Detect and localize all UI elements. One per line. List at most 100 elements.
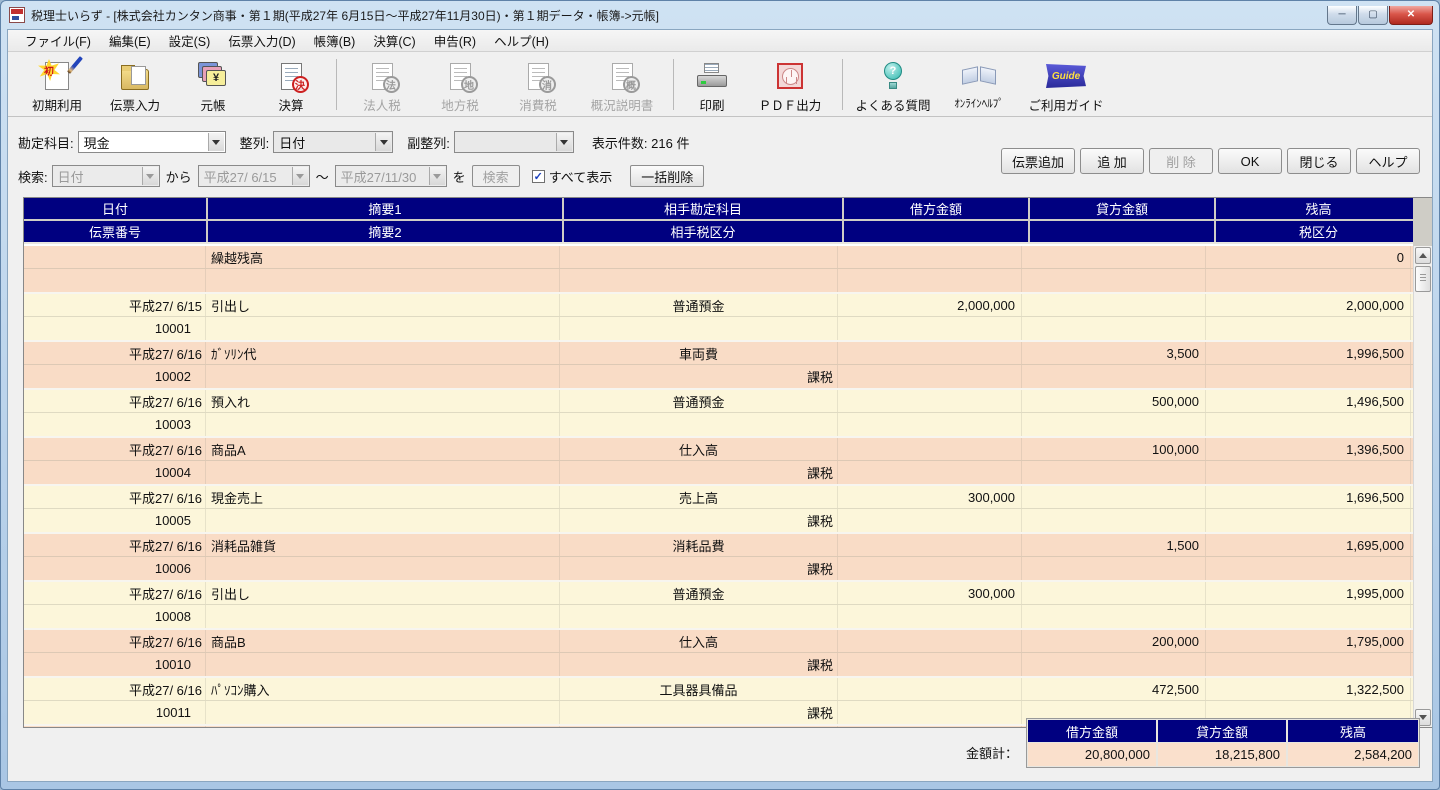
- bulk-delete-button[interactable]: 一括削除: [630, 165, 704, 187]
- minimize-button[interactable]: ─: [1327, 6, 1357, 25]
- toolbar: 初 初期利用 伝票入力 ¥ 元帳 決 決算 法 法人税 地 地方税: [8, 53, 1432, 117]
- cell-summary2: [206, 461, 560, 484]
- cell-blank: [1022, 461, 1206, 484]
- cell-credit: 3,500: [1022, 342, 1206, 364]
- cell-account: [560, 246, 838, 268]
- guide-ribbon-icon: Guide: [1046, 64, 1086, 88]
- toolbar-online-help[interactable]: ｵﾝﾗｲﾝﾍﾙﾌﾟ: [937, 55, 1021, 116]
- col-summary1: 摘要1: [208, 198, 562, 219]
- cell-taxclass: [1206, 365, 1411, 388]
- menu-help[interactable]: ヘルプ(H): [485, 29, 558, 53]
- ledger-entry[interactable]: 平成27/ 6/16預入れ普通預金500,0001,496,50010003: [24, 390, 1413, 438]
- cell-credit: 100,000: [1022, 438, 1206, 460]
- toolbar-ledger[interactable]: ¥ 元帳: [174, 55, 252, 116]
- toolbar-consumption-tax[interactable]: 消 消費税: [499, 55, 577, 116]
- menu-voucher-input[interactable]: 伝票入力(D): [219, 29, 304, 53]
- ledger-entry[interactable]: 平成27/ 6/16消耗品雑貨消耗品費1,5001,695,00010006課税: [24, 534, 1413, 582]
- cell-date: 平成27/ 6/16: [24, 342, 206, 364]
- cell-voucher-no: 10002: [24, 365, 206, 388]
- search-button[interactable]: 検索: [472, 165, 520, 187]
- toolbar-print[interactable]: 印刷: [680, 55, 744, 116]
- cell-balance: 1,695,000: [1206, 534, 1411, 556]
- ok-button[interactable]: OK: [1218, 148, 1282, 174]
- col-taxclass: 税区分: [1216, 221, 1421, 242]
- close-button[interactable]: ✕: [1389, 6, 1433, 25]
- totals-balance-value: 2,584,200: [1288, 743, 1418, 766]
- scroll-up-button[interactable]: [1415, 247, 1431, 264]
- col-balance: 残高: [1216, 198, 1421, 219]
- menu-file[interactable]: ファイル(F): [16, 29, 100, 53]
- cell-taxclass: [1206, 269, 1411, 292]
- cell-blank: [838, 557, 1022, 580]
- cell-counter-tax: [560, 413, 838, 436]
- toolbar-corporate-tax[interactable]: 法 法人税: [343, 55, 421, 116]
- toolbar-local-tax[interactable]: 地 地方税: [421, 55, 499, 116]
- search-field-select[interactable]: 日付: [52, 165, 160, 187]
- totals-debit-value: 20,800,000: [1028, 743, 1156, 766]
- cell-counter-tax: [560, 605, 838, 628]
- maximize-button[interactable]: ▢: [1358, 6, 1388, 25]
- toolbar-faq[interactable]: ? よくある質問: [849, 55, 937, 116]
- cell-date: 平成27/ 6/16: [24, 630, 206, 652]
- cell-summary2: [206, 653, 560, 676]
- cell-taxclass: [1206, 509, 1411, 532]
- scrollbar-thumb[interactable]: [1415, 266, 1431, 292]
- toolbar-user-guide[interactable]: Guide ご利用ガイド: [1021, 55, 1111, 116]
- toolbar-pdf-output[interactable]: ＰＤＦ出力: [744, 55, 836, 116]
- add-voucher-button[interactable]: 伝票追加: [1001, 148, 1075, 174]
- cell-account: 車両費: [560, 342, 838, 364]
- toolbar-overview-statement[interactable]: 概 概況説明書: [577, 55, 667, 116]
- menu-books[interactable]: 帳簿(B): [305, 29, 365, 53]
- toolbar-separator: [336, 59, 337, 110]
- ledger-entry[interactable]: 平成27/ 6/16商品B仕入高200,0001,795,00010010課税: [24, 630, 1413, 678]
- ledger-entry[interactable]: 平成27/ 6/16商品A仕入高100,0001,396,50010004課税: [24, 438, 1413, 486]
- settlement-icon: 決: [281, 63, 302, 90]
- cell-debit: 2,000,000: [838, 294, 1022, 316]
- show-all-checkbox[interactable]: ✓: [532, 170, 545, 183]
- cell-taxclass: [1206, 653, 1411, 676]
- menu-tax-return[interactable]: 申告(R): [425, 29, 485, 53]
- cell-summary2: [206, 317, 560, 340]
- cell-date: 平成27/ 6/16: [24, 486, 206, 508]
- cell-summary1: 現金売上: [206, 486, 560, 508]
- toolbar-settlement[interactable]: 決 決算: [252, 55, 330, 116]
- ledger-body: 繰越残高0平成27/ 6/15引出し普通預金2,000,0002,000,000…: [24, 246, 1413, 727]
- cell-taxclass: [1206, 461, 1411, 484]
- overview-statement-icon: 概: [612, 63, 633, 90]
- ledger-entry[interactable]: 平成27/ 6/15引出し普通預金2,000,0002,000,00010001: [24, 294, 1413, 342]
- account-select[interactable]: 現金: [78, 131, 226, 153]
- voucher-input-icon: [121, 69, 149, 90]
- help-button[interactable]: ヘルプ: [1356, 148, 1420, 174]
- ledger-entry[interactable]: 平成27/ 6/16引出し普通預金300,0001,995,00010008: [24, 582, 1413, 630]
- filter-panel: 勘定科目: 現金 整列: 日付 副整列: 表示件数: 216: [8, 118, 1432, 196]
- col-debit: 借方金額: [844, 198, 1028, 219]
- menu-edit[interactable]: 編集(E): [100, 29, 160, 53]
- menu-settlement[interactable]: 決算(C): [364, 29, 424, 53]
- delete-button[interactable]: 削 除: [1149, 148, 1213, 174]
- cell-counter-tax: 課税: [560, 461, 838, 484]
- cell-summary2: [206, 557, 560, 580]
- cell-blank: [1022, 365, 1206, 388]
- toolbar-voucher-input[interactable]: 伝票入力: [96, 55, 174, 116]
- toolbar-initial-setup[interactable]: 初 初期利用: [18, 55, 96, 116]
- menu-settings[interactable]: 設定(S): [160, 29, 220, 53]
- ledger-entry[interactable]: 平成27/ 6/16現金売上売上高300,0001,696,50010005課税: [24, 486, 1413, 534]
- subsort-select[interactable]: [454, 131, 574, 153]
- cell-summary1: 引出し: [206, 582, 560, 604]
- add-button[interactable]: 追 加: [1080, 148, 1144, 174]
- ledger-grid: 日付 摘要1 相手勘定科目 借方金額 貸方金額 残高 伝票番号 摘要2 相手税区…: [23, 197, 1433, 728]
- cell-summary2: [206, 701, 560, 724]
- ledger-entry[interactable]: 繰越残高0: [24, 246, 1413, 294]
- local-tax-icon: 地: [450, 63, 471, 90]
- close-window-button[interactable]: 閉じる: [1287, 148, 1351, 174]
- totals-credit-header: 貸方金額: [1158, 720, 1286, 742]
- cell-debit: [838, 438, 1022, 460]
- date-from-select[interactable]: 平成27/ 6/15: [198, 165, 310, 187]
- vertical-scrollbar[interactable]: [1413, 246, 1432, 727]
- sort-select[interactable]: 日付: [273, 131, 393, 153]
- ledger-entry[interactable]: 平成27/ 6/16ｶﾞｿﾘﾝ代車両費3,5001,996,50010002課税: [24, 342, 1413, 390]
- cell-date: 平成27/ 6/16: [24, 582, 206, 604]
- cell-balance: 1,322,500: [1206, 678, 1411, 700]
- cell-blank: [838, 605, 1022, 628]
- date-to-select[interactable]: 平成27/11/30: [335, 165, 447, 187]
